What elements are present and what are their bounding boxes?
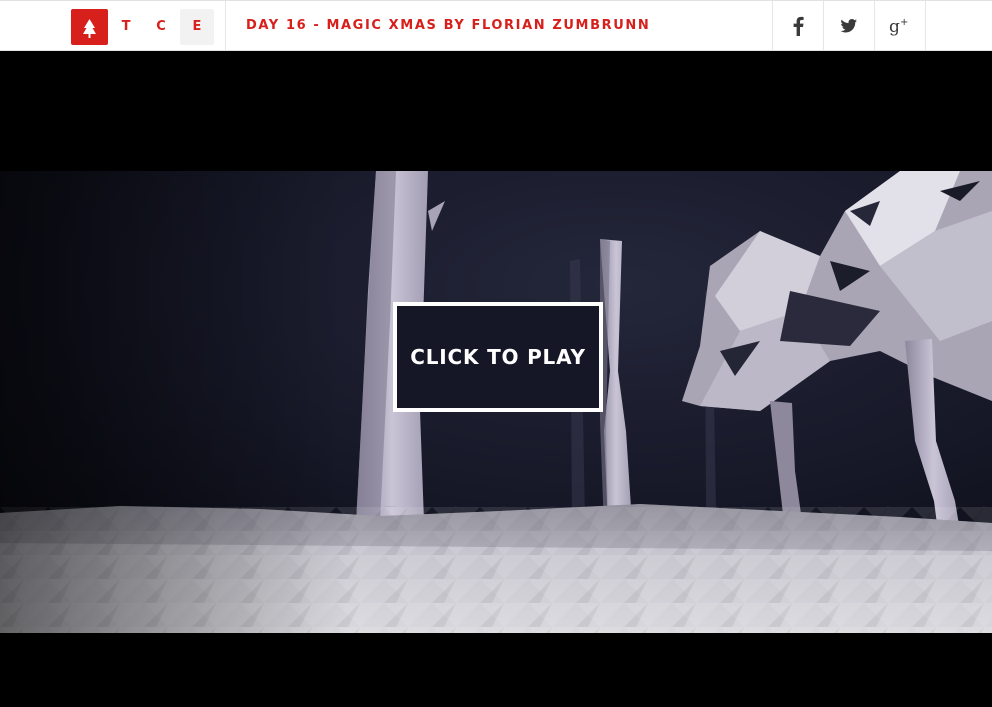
facebook-share-button[interactable]	[773, 1, 823, 51]
nav-link-t[interactable]: T	[116, 11, 136, 43]
twitter-icon	[840, 19, 858, 33]
page-title: DAY 16 - MAGIC XMAS BY FLORIAN ZUMBRUNN	[246, 18, 651, 33]
header-divider	[225, 1, 226, 51]
google-plus-share-button[interactable]: g +	[875, 1, 925, 51]
twitter-share-button[interactable]	[824, 1, 874, 51]
header-divider	[925, 1, 926, 51]
facebook-icon	[793, 16, 804, 36]
christmas-tree-icon	[83, 19, 96, 38]
svg-text:g: g	[889, 17, 900, 36]
google-plus-icon: g +	[889, 17, 908, 36]
logo[interactable]	[71, 9, 108, 45]
top-bar: T C E DAY 16 - MAGIC XMAS BY FLORIAN ZUM…	[0, 0, 992, 51]
nav-link-e[interactable]: E	[180, 9, 214, 45]
click-to-play-button[interactable]: CLICK TO PLAY	[393, 302, 603, 412]
svg-text:+: +	[900, 17, 908, 28]
nav-link-c[interactable]: C	[151, 11, 171, 43]
